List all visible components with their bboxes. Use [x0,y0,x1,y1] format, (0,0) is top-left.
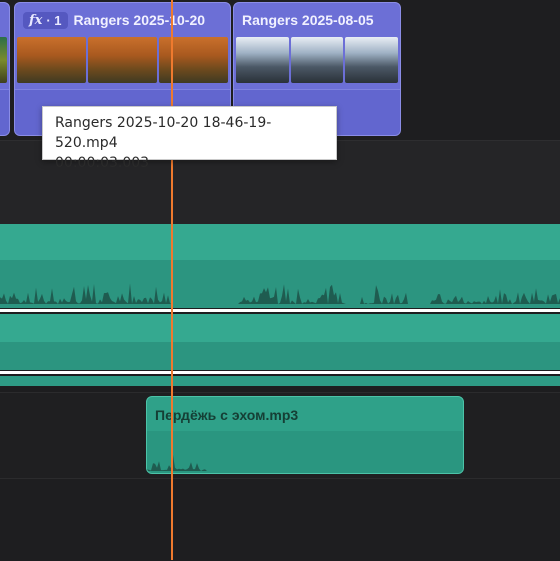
playhead[interactable] [171,0,173,560]
clip-tooltip: Rangers 2025-10-20 18-46-19-520.mp4 00:0… [42,106,337,171]
thumbnail [0,37,7,83]
audio-waveform [0,283,560,304]
empty-track [0,478,560,561]
track-separator [0,371,560,374]
audio-track-lower [0,342,560,370]
clip-thumbnails [17,37,228,83]
audio-track-1[interactable] [0,224,560,308]
audio-track-upper [0,314,560,342]
clip-thumbnails [0,37,7,83]
track-separator [0,309,560,312]
audio-clip-name: Пердёжь с эхом.mp3 [155,407,299,423]
audio-clip-waveform [147,454,463,471]
audio-track-edge [0,376,560,386]
fx-icon: fx [29,12,43,28]
thumbnail [159,37,228,83]
tooltip-filename: Rangers 2025-10-20 18-46-19-520.mp4 [55,115,272,151]
audio-track-2[interactable] [0,314,560,370]
audio-track-upper [0,224,560,260]
thumbnail [345,37,399,83]
fx-badge[interactable]: fx · 1 [23,11,68,29]
tooltip-timecode: 00:00:03.003 [55,155,150,171]
thumbnail [88,37,157,83]
thumbnail [236,37,289,83]
video-clip-partial[interactable] [0,2,10,136]
clip-title: Rangers 2025-08-05 [242,12,374,28]
thumbnail [17,37,86,83]
clip-lower-area [0,89,9,135]
fx-count: · 1 [46,12,62,28]
clip-thumbnails [236,37,399,83]
clip-title: Rangers 2025-10-20 [73,12,206,28]
thumbnail [290,37,344,83]
audio-clip[interactable]: Пердёжь с эхом.mp3 [146,396,464,474]
